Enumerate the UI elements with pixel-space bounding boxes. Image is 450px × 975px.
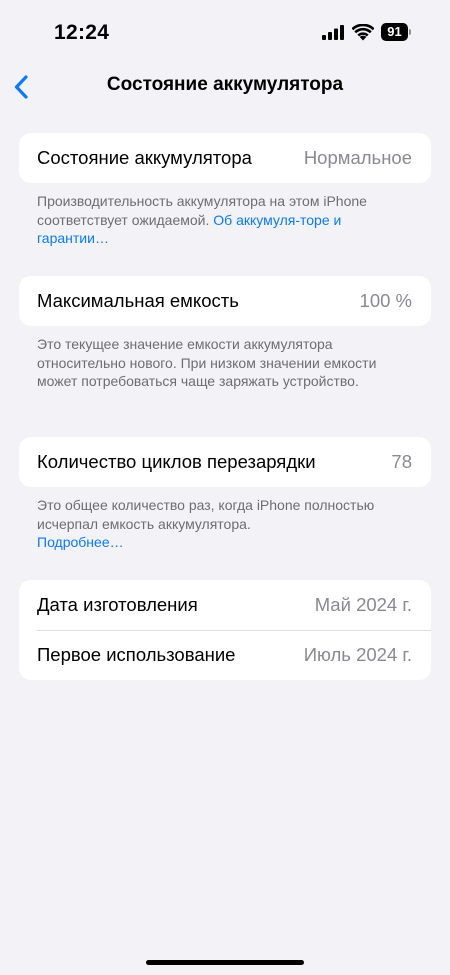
battery-level: 91	[381, 23, 408, 41]
max-capacity-value: 100 %	[359, 290, 412, 311]
cycle-count-card: Количество циклов перезарядки 78	[19, 437, 431, 487]
status-time: 12:24	[54, 21, 110, 44]
max-capacity-card: Максимальная емкость 100 %	[19, 276, 431, 326]
wifi-icon	[352, 24, 374, 41]
cellular-signal-icon	[322, 25, 344, 40]
cycle-count-row: Количество циклов перезарядки 78	[19, 437, 431, 487]
battery-health-footnote: Производительность аккумулятора на этом …	[37, 192, 407, 248]
first-use-value: Июль 2024 г.	[303, 644, 412, 665]
status-bar: 12:24 91	[0, 0, 450, 64]
battery-cap	[409, 29, 411, 35]
cycle-count-footnote: Это общее количество раз, когда iPhone п…	[37, 496, 407, 552]
learn-more-link[interactable]: Подробнее…	[37, 534, 124, 550]
battery-health-card: Состояние аккумулятора Нормальное	[19, 133, 431, 183]
cycle-count-footnote-text: Это общее количество раз, когда iPhone п…	[37, 497, 375, 532]
first-use-row: Первое использование Июль 2024 г.	[19, 630, 431, 680]
cycle-count-value: 78	[391, 451, 412, 472]
max-capacity-row: Максимальная емкость 100 %	[19, 276, 431, 326]
max-capacity-footnote: Это текущее значение емкости аккумулятор…	[37, 336, 377, 389]
manufacture-date-label: Дата изготовления	[37, 594, 198, 615]
home-indicator[interactable]	[146, 960, 304, 965]
battery-health-screen: 12:24 91 Состояние аккумулятора Состояни…	[0, 0, 450, 975]
first-use-label: Первое использование	[37, 644, 236, 665]
max-capacity-label: Максимальная емкость	[37, 290, 239, 311]
manufacture-date-row: Дата изготовления Май 2024 г.	[19, 580, 431, 630]
battery-icon: 91	[381, 23, 411, 41]
page-title: Состояние аккумулятора	[106, 74, 344, 95]
row-divider	[37, 630, 431, 631]
dates-card: Дата изготовления Май 2024 г. Первое исп…	[19, 580, 431, 680]
battery-health-value: Нормальное	[303, 147, 412, 168]
cycle-count-label: Количество циклов перезарядки	[37, 451, 316, 472]
manufacture-date-value: Май 2024 г.	[314, 594, 412, 615]
battery-health-label: Состояние аккумулятора	[37, 147, 252, 168]
battery-health-row: Состояние аккумулятора Нормальное	[19, 133, 431, 183]
